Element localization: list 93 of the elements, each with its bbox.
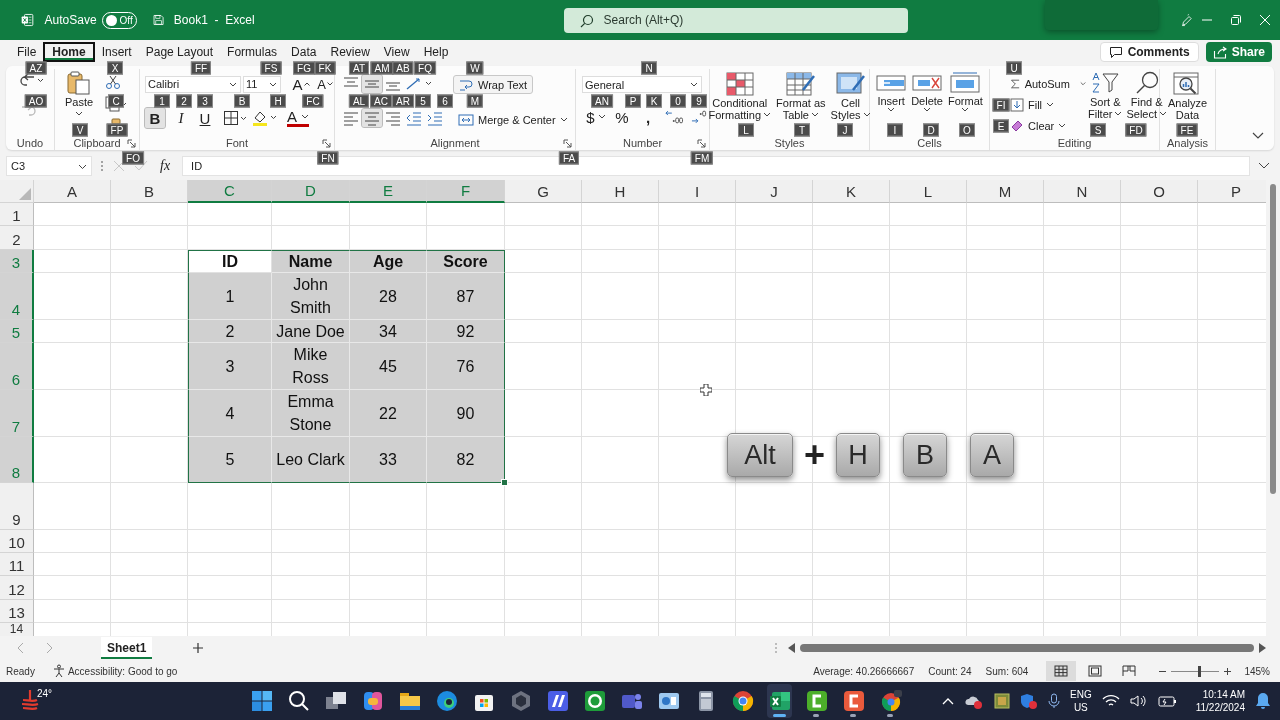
keytip-tooltip: FE (1176, 123, 1198, 137)
keytip-tooltip: AL (348, 94, 370, 108)
keytip-tooltip: 2 (176, 94, 192, 108)
keytip-tooltip: AM (370, 61, 394, 75)
keytip-tooltip: 6 (437, 94, 453, 108)
table-cell: Age (350, 250, 427, 273)
table-cell: 22 (350, 390, 427, 437)
group-label: Editing (1057, 137, 1092, 149)
table-cell: 34 (350, 320, 427, 343)
table-cell: 87 (427, 273, 505, 320)
keytip-tooltip: 0 (670, 94, 686, 108)
keytip-tooltip: V (72, 123, 88, 137)
keyboard-key: H (836, 433, 881, 477)
keytip-tooltip: T (794, 123, 810, 137)
group-label: Number (622, 137, 663, 149)
table-cell: ID (188, 250, 272, 273)
keytip-tooltip: M (466, 94, 484, 108)
table-cell: 28 (350, 273, 427, 320)
keytip-tooltip: D (923, 123, 939, 137)
table-cell: Mike Ross (272, 343, 350, 390)
keytip-tooltip: 1 (154, 94, 170, 108)
keytip-tooltip: H (270, 94, 286, 108)
keytip-tooltip: C (108, 94, 124, 108)
table-cell: John Smith (272, 273, 350, 320)
keytip-tooltip: FP (106, 123, 128, 137)
keytip-tooltip: I (887, 123, 903, 137)
keytip-tooltip: FM (690, 151, 714, 165)
autosave-label: AutoSave (44, 13, 97, 27)
keyboard-key: B (903, 433, 948, 477)
keytip-tooltip: E (993, 119, 1009, 133)
group-label: Cells (917, 137, 942, 149)
table-cell: Jane Doe (272, 320, 350, 343)
table-cell: 1 (188, 273, 272, 320)
status-text: Ready (6, 665, 35, 677)
keytip-tooltip: FG (293, 61, 315, 75)
sum-value: Sum: 604 (985, 665, 1029, 677)
table-cell: Emma Stone (272, 390, 350, 437)
table-cell: 33 (350, 437, 427, 483)
keytip-tooltip: 3 (197, 94, 213, 108)
keytip-tooltip: FK (314, 61, 336, 75)
keytip-tooltip: FQ (414, 61, 436, 75)
keytip-tooltip: AZ (25, 61, 47, 75)
table-cell: 2 (188, 320, 272, 343)
average-value: Average: 40.26666667 (813, 665, 915, 677)
keytip-tooltip: 5 (415, 94, 431, 108)
table-cell: Leo Clark (272, 437, 350, 483)
keytip-tooltip: K (646, 94, 662, 108)
keytip-tooltip: N (641, 61, 657, 75)
keytip-tooltip: AN (591, 94, 613, 108)
group-label: Styles (774, 137, 805, 149)
group-label: Clipboard (73, 137, 121, 149)
keytip-tooltip: L (738, 123, 754, 137)
keytip-tooltip: FD (1125, 123, 1147, 137)
group-label: Font (226, 137, 248, 149)
keytip-tooltip: AB (392, 61, 414, 75)
keytip-tooltip: P (625, 94, 641, 108)
keytip-tooltip: AT (349, 61, 369, 75)
group-label: Undo (16, 137, 44, 149)
table-cell: 76 (427, 343, 505, 390)
table-cell: 3 (188, 343, 272, 390)
table-cell: 5 (188, 437, 272, 483)
keytip-tooltip: FS (260, 61, 282, 75)
keytip-tooltip: FO (122, 151, 144, 165)
count-value: Count: 24 (928, 665, 972, 677)
keytip-tooltip: AR (392, 94, 414, 108)
group-label: Alignment (430, 137, 480, 149)
keytip-tooltip: B (234, 94, 250, 108)
keytip-tooltip: S (1090, 123, 1106, 137)
keytip-tooltip: FI (992, 98, 1010, 112)
plus-sign: + (804, 435, 826, 475)
keytip-tooltip: FF (190, 61, 212, 75)
keytip-tooltip: U (1006, 61, 1022, 75)
keytip-tooltip: 9 (691, 94, 707, 108)
keytip-tooltip: AC (370, 94, 392, 108)
keyboard-key: A (970, 433, 1015, 477)
keytip-tooltip: W (466, 61, 484, 75)
document-title: Book1 - Excel (173, 13, 255, 27)
keytip-tooltip: FN (317, 151, 339, 165)
keytip-tooltip: FA (558, 151, 580, 165)
table-cell: Name (272, 250, 350, 273)
table-cell: 90 (427, 390, 505, 437)
table-cell: Score (427, 250, 505, 273)
keytip-tooltip: X (107, 61, 123, 75)
group-label: Analysis (1167, 137, 1208, 149)
table-cell: 82 (427, 437, 505, 483)
keytip-tooltip: AO (24, 94, 48, 108)
keytip-tooltip: O (959, 123, 975, 137)
table-cell: 4 (188, 390, 272, 437)
keytip-tooltip: J (837, 123, 853, 137)
keyboard-key: Alt (727, 433, 793, 477)
table-cell: 45 (350, 343, 427, 390)
table-cell: 92 (427, 320, 505, 343)
keytip-tooltip: FC (302, 94, 324, 108)
